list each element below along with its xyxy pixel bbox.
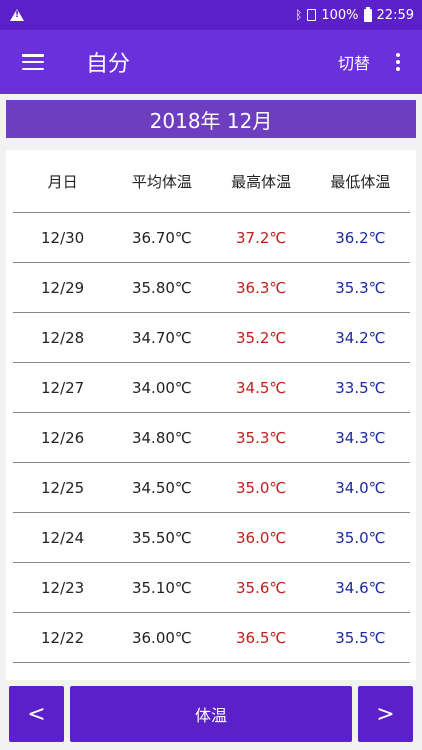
row-min-temp: 34.6℃ [335,578,386,597]
row-date: 12/22 [41,628,85,647]
header-max: 最高体温 [231,172,292,191]
row-max-temp: 35.3℃ [236,428,287,447]
row-avg-temp: 34.70℃ [131,328,192,347]
row-avg-temp: 34.50℃ [131,478,192,497]
row-date: 12/27 [41,378,85,397]
row-avg-temp: 35.10℃ [131,578,192,597]
page-title: 自分 [86,52,131,77]
row-date: 12/26 [41,428,85,447]
table-row[interactable]: 12/30 36.70℃ 37.2℃ 36.2℃ [13,213,410,263]
clock: 22:59 [376,7,414,23]
row-max-temp: 36.0℃ [236,528,287,547]
status-bar: ᛒ 100% 22:59 [0,0,422,30]
row-max-temp: 35.0℃ [236,478,287,497]
row-avg-temp: 35.50℃ [131,528,192,547]
more-options-icon[interactable] [396,53,400,71]
warning-icon [10,9,24,21]
row-date: 12/29 [41,278,85,297]
next-month-button[interactable]: > [358,686,413,742]
switch-button[interactable]: 切替 [338,50,370,74]
row-max-temp: 37.2℃ [236,228,287,247]
sim-icon [307,9,317,21]
row-min-temp: 35.5℃ [335,628,386,647]
row-avg-temp: 36.00℃ [131,628,192,647]
previous-month-button[interactable]: < [9,686,64,742]
row-date: 12/23 [41,578,85,597]
header-avg: 平均体温 [131,172,192,191]
row-max-temp: 35.2℃ [236,328,287,347]
table-row[interactable]: 12/24 35.50℃ 36.0℃ 35.0℃ [13,513,410,563]
row-max-temp: 35.6℃ [236,578,287,597]
month-label: 2018年 12月 [6,100,416,138]
row-date: 12/25 [41,478,85,497]
table-row[interactable]: 12/23 35.10℃ 35.6℃ 34.6℃ [13,563,410,613]
header-min: 最低体温 [330,172,391,191]
table-row[interactable]: 12/25 34.50℃ 35.0℃ 34.0℃ [13,463,410,513]
battery-icon [363,6,372,22]
row-avg-temp: 34.00℃ [131,378,192,397]
row-max-temp: 36.5℃ [236,628,287,647]
row-min-temp: 35.0℃ [335,528,386,547]
row-min-temp: 34.3℃ [335,428,386,447]
row-date: 12/28 [41,328,85,347]
status-right: ᛒ 100% 22:59 [295,6,414,23]
row-date: 12/30 [41,228,85,247]
table-row[interactable]: 12/26 34.80℃ 35.3℃ 34.3℃ [13,413,410,463]
row-max-temp: 36.3℃ [236,278,287,297]
table-row[interactable]: 12/22 36.00℃ 36.5℃ 35.5℃ [13,613,410,663]
app-bar: 自分 切替 [0,30,422,94]
table-row[interactable]: 12/29 35.80℃ 36.3℃ 35.3℃ [13,263,410,313]
temperature-table: 月日 平均体温 最高体温 最低体温 12/30 36.70℃ 37.2℃ 36.2℃ 1… [6,150,416,680]
row-min-temp: 33.5℃ [335,378,386,397]
table-row[interactable]: 12/27 34.00℃ 34.5℃ 33.5℃ [13,363,410,413]
bluetooth-icon: ᛒ [295,8,303,22]
battery-percent: 100% [321,7,359,23]
header-date: 月日 [47,172,78,191]
bottom-nav: < 体温 > [0,684,422,744]
row-min-temp: 34.2℃ [335,328,386,347]
row-avg-temp: 34.80℃ [131,428,192,447]
row-max-temp: 34.5℃ [236,378,287,397]
row-avg-temp: 35.80℃ [131,278,192,297]
row-min-temp: 36.2℃ [335,228,386,247]
table-body: 12/30 36.70℃ 37.2℃ 36.2℃ 12/29 35.80℃ 36.3℃ 35.… [13,213,410,663]
row-min-temp: 34.0℃ [335,478,386,497]
row-min-temp: 35.3℃ [335,278,386,297]
row-date: 12/24 [41,528,85,547]
table-row[interactable]: 12/28 34.70℃ 35.2℃ 34.2℃ [13,313,410,363]
table-header: 月日 平均体温 最高体温 最低体温 [13,150,410,213]
row-avg-temp: 36.70℃ [131,228,192,247]
temperature-button[interactable]: 体温 [70,686,352,742]
menu-icon[interactable] [22,54,44,70]
